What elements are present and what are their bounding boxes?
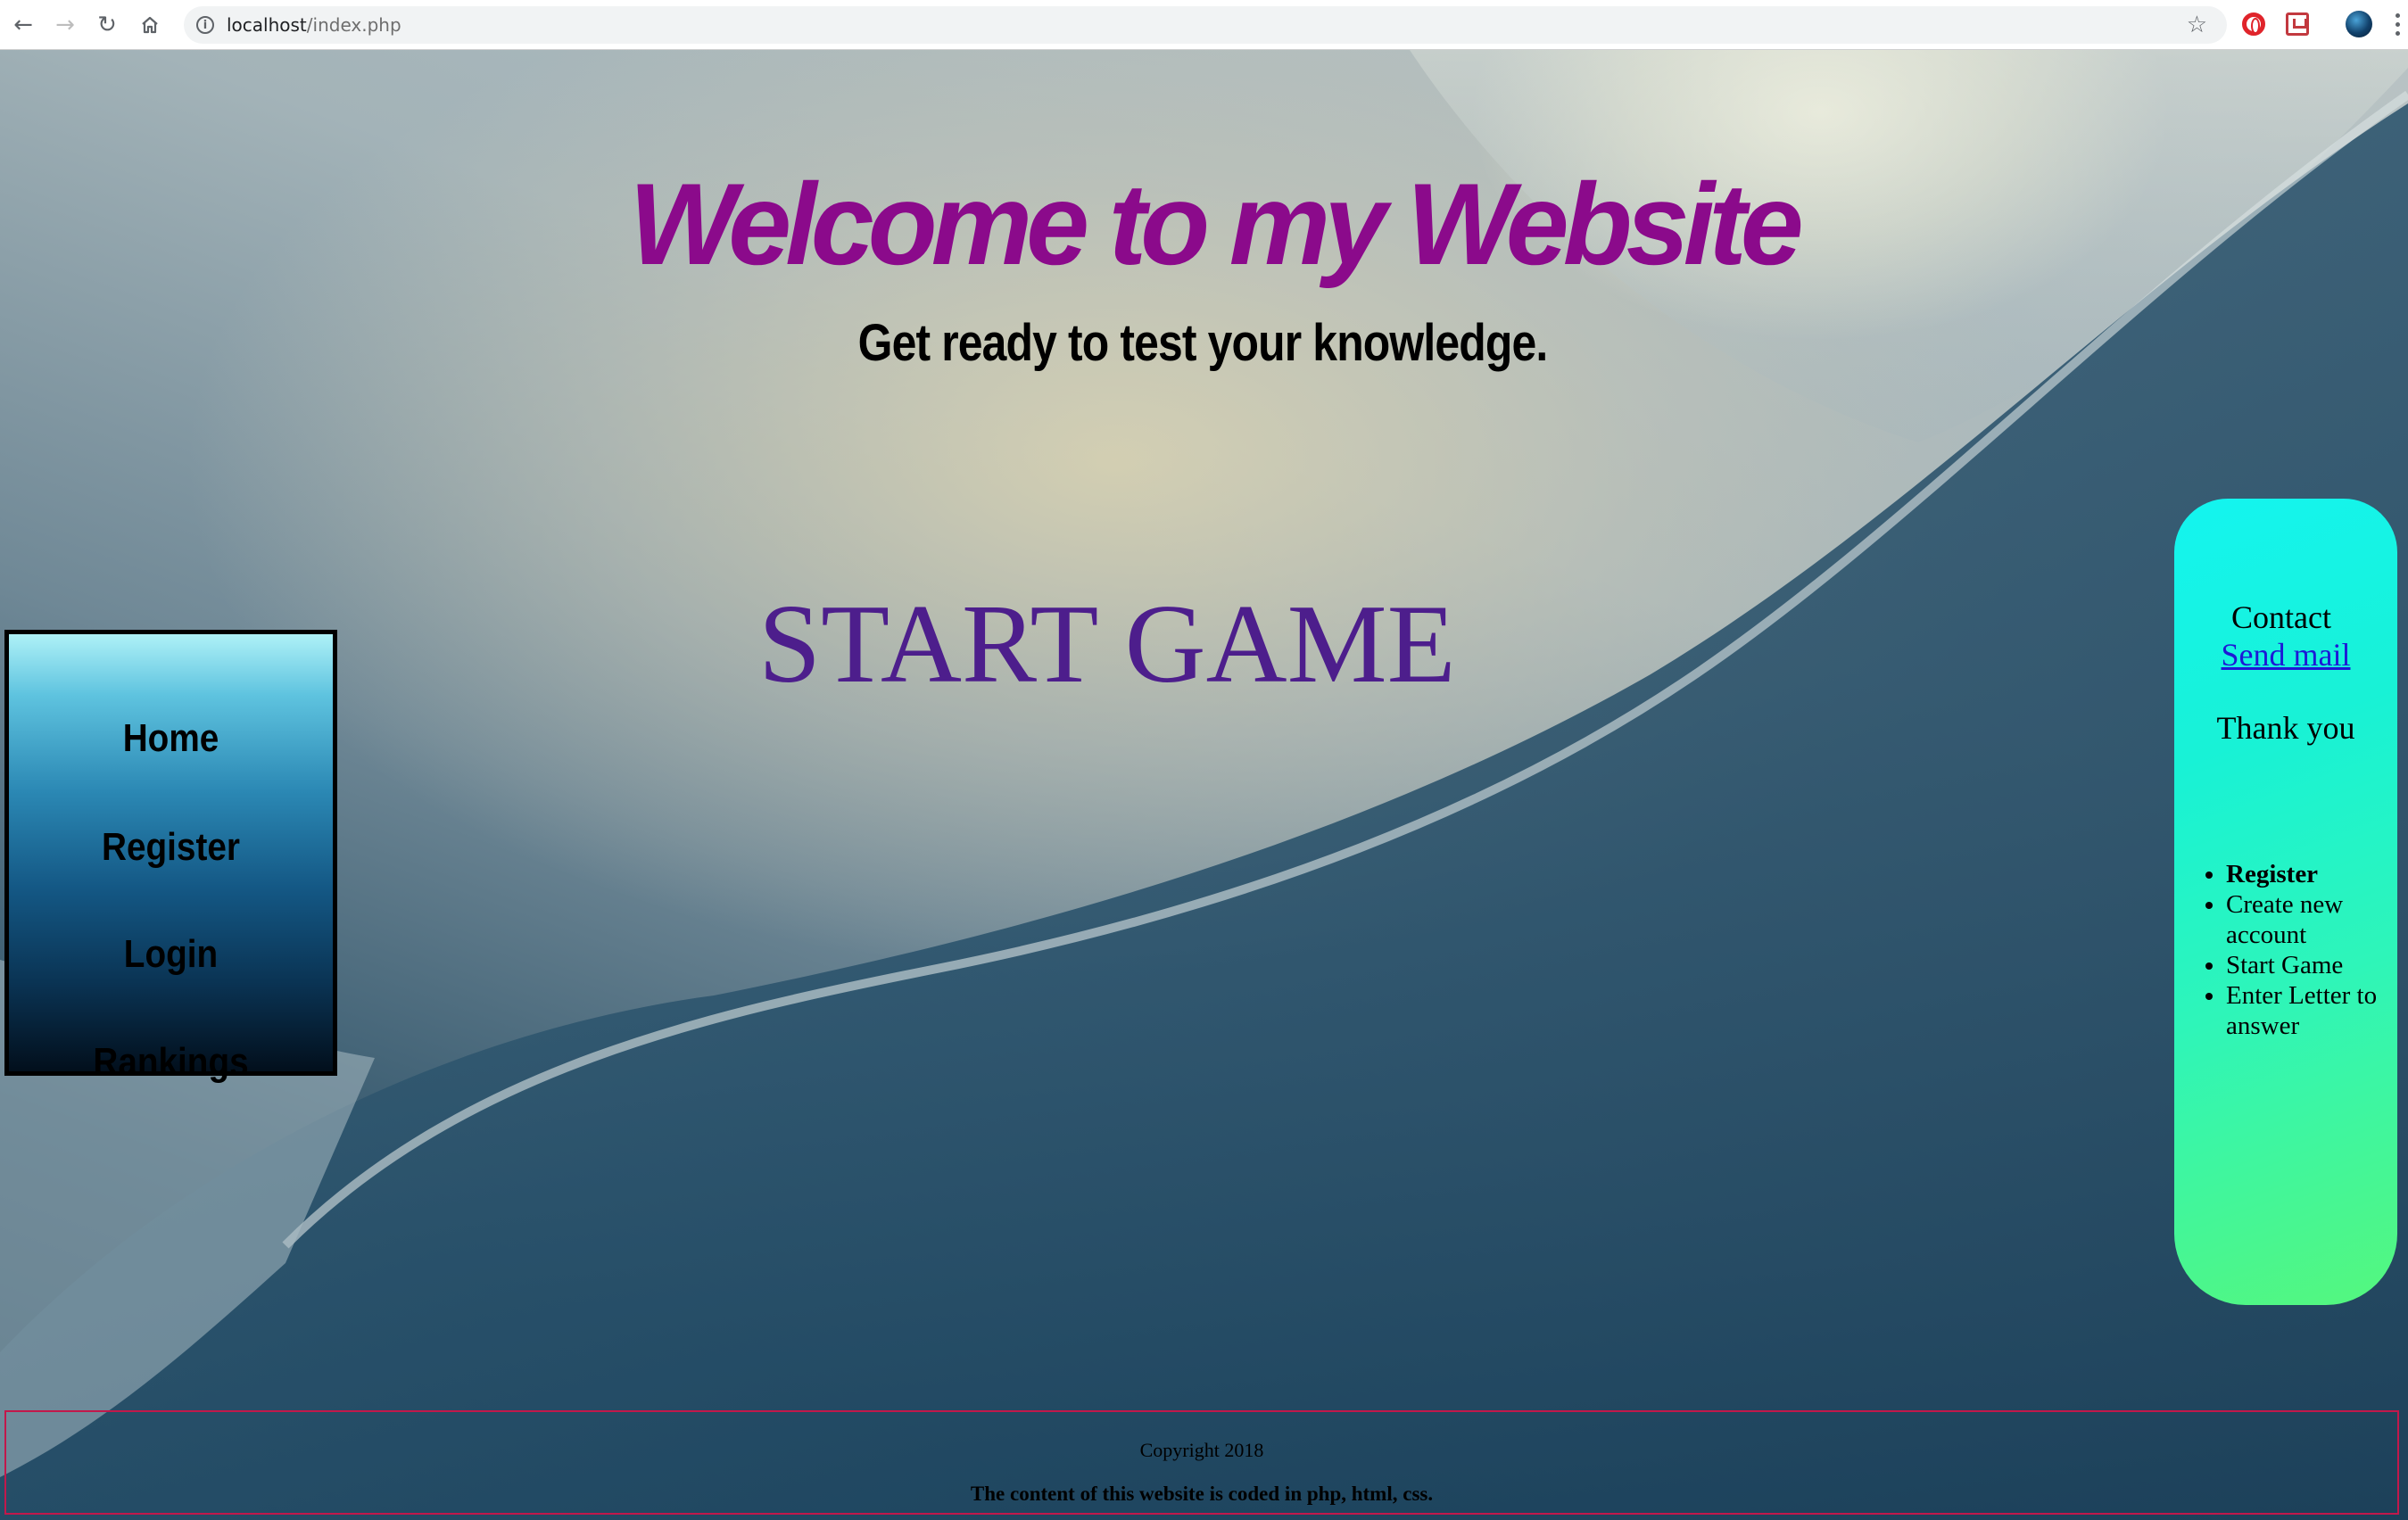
opera-icon[interactable] bbox=[2242, 12, 2265, 36]
profile-avatar[interactable] bbox=[2346, 11, 2372, 37]
url-text: localhost/index.php bbox=[227, 14, 401, 36]
list-item: Start Game bbox=[2226, 950, 2397, 980]
thank-you-text: Thank you bbox=[2216, 710, 2355, 746]
address-bar[interactable]: i localhost/index.php ☆ bbox=[184, 6, 2227, 44]
pocket-icon[interactable] bbox=[2286, 12, 2309, 36]
info-icon[interactable]: i bbox=[196, 16, 214, 34]
nav-item-login[interactable]: Login bbox=[29, 932, 313, 977]
nav-item-rankings[interactable]: Rankings bbox=[29, 1040, 313, 1085]
page-footer: Copyright 2018 The content of this websi… bbox=[4, 1410, 2399, 1515]
reload-icon[interactable]: ↻ bbox=[91, 9, 123, 41]
side-navigation: Home Register Login Rankings bbox=[4, 630, 337, 1084]
menu-kebab-icon[interactable] bbox=[2395, 11, 2400, 37]
start-game-link[interactable]: START GAME bbox=[758, 582, 1456, 707]
page-subtitle: Get ready to test your knowledge. bbox=[857, 314, 1549, 372]
forward-arrow-icon[interactable]: → bbox=[49, 9, 81, 41]
nav-item-home[interactable]: Home bbox=[29, 716, 313, 761]
instructions-list: Register Create new account Start Game E… bbox=[2174, 859, 2397, 1041]
contact-label: Contact bbox=[2231, 599, 2331, 635]
send-mail-link[interactable]: Send mail bbox=[2174, 636, 2397, 673]
page-title: Welcome to my Website bbox=[629, 159, 1804, 289]
page-content: Welcome to my Website Get ready to test … bbox=[0, 50, 2408, 1520]
home-icon[interactable] bbox=[134, 9, 166, 41]
browser-toolbar: ← → ↻ i localhost/index.php ☆ bbox=[0, 0, 2408, 50]
copyright-text: Copyright 2018 bbox=[1139, 1439, 1264, 1461]
star-icon[interactable]: ☆ bbox=[2187, 12, 2207, 38]
contact-panel: Contact Send mail Thank you Register Cre… bbox=[2174, 499, 2397, 1305]
list-item: Register bbox=[2226, 859, 2397, 889]
nav-item-register[interactable]: Register bbox=[29, 825, 313, 870]
back-arrow-icon[interactable]: ← bbox=[7, 9, 39, 41]
list-item: Create new account bbox=[2226, 889, 2397, 950]
list-item: Enter Letter to answer bbox=[2226, 980, 2397, 1041]
footer-description: The content of this website is coded in … bbox=[970, 1483, 1434, 1505]
